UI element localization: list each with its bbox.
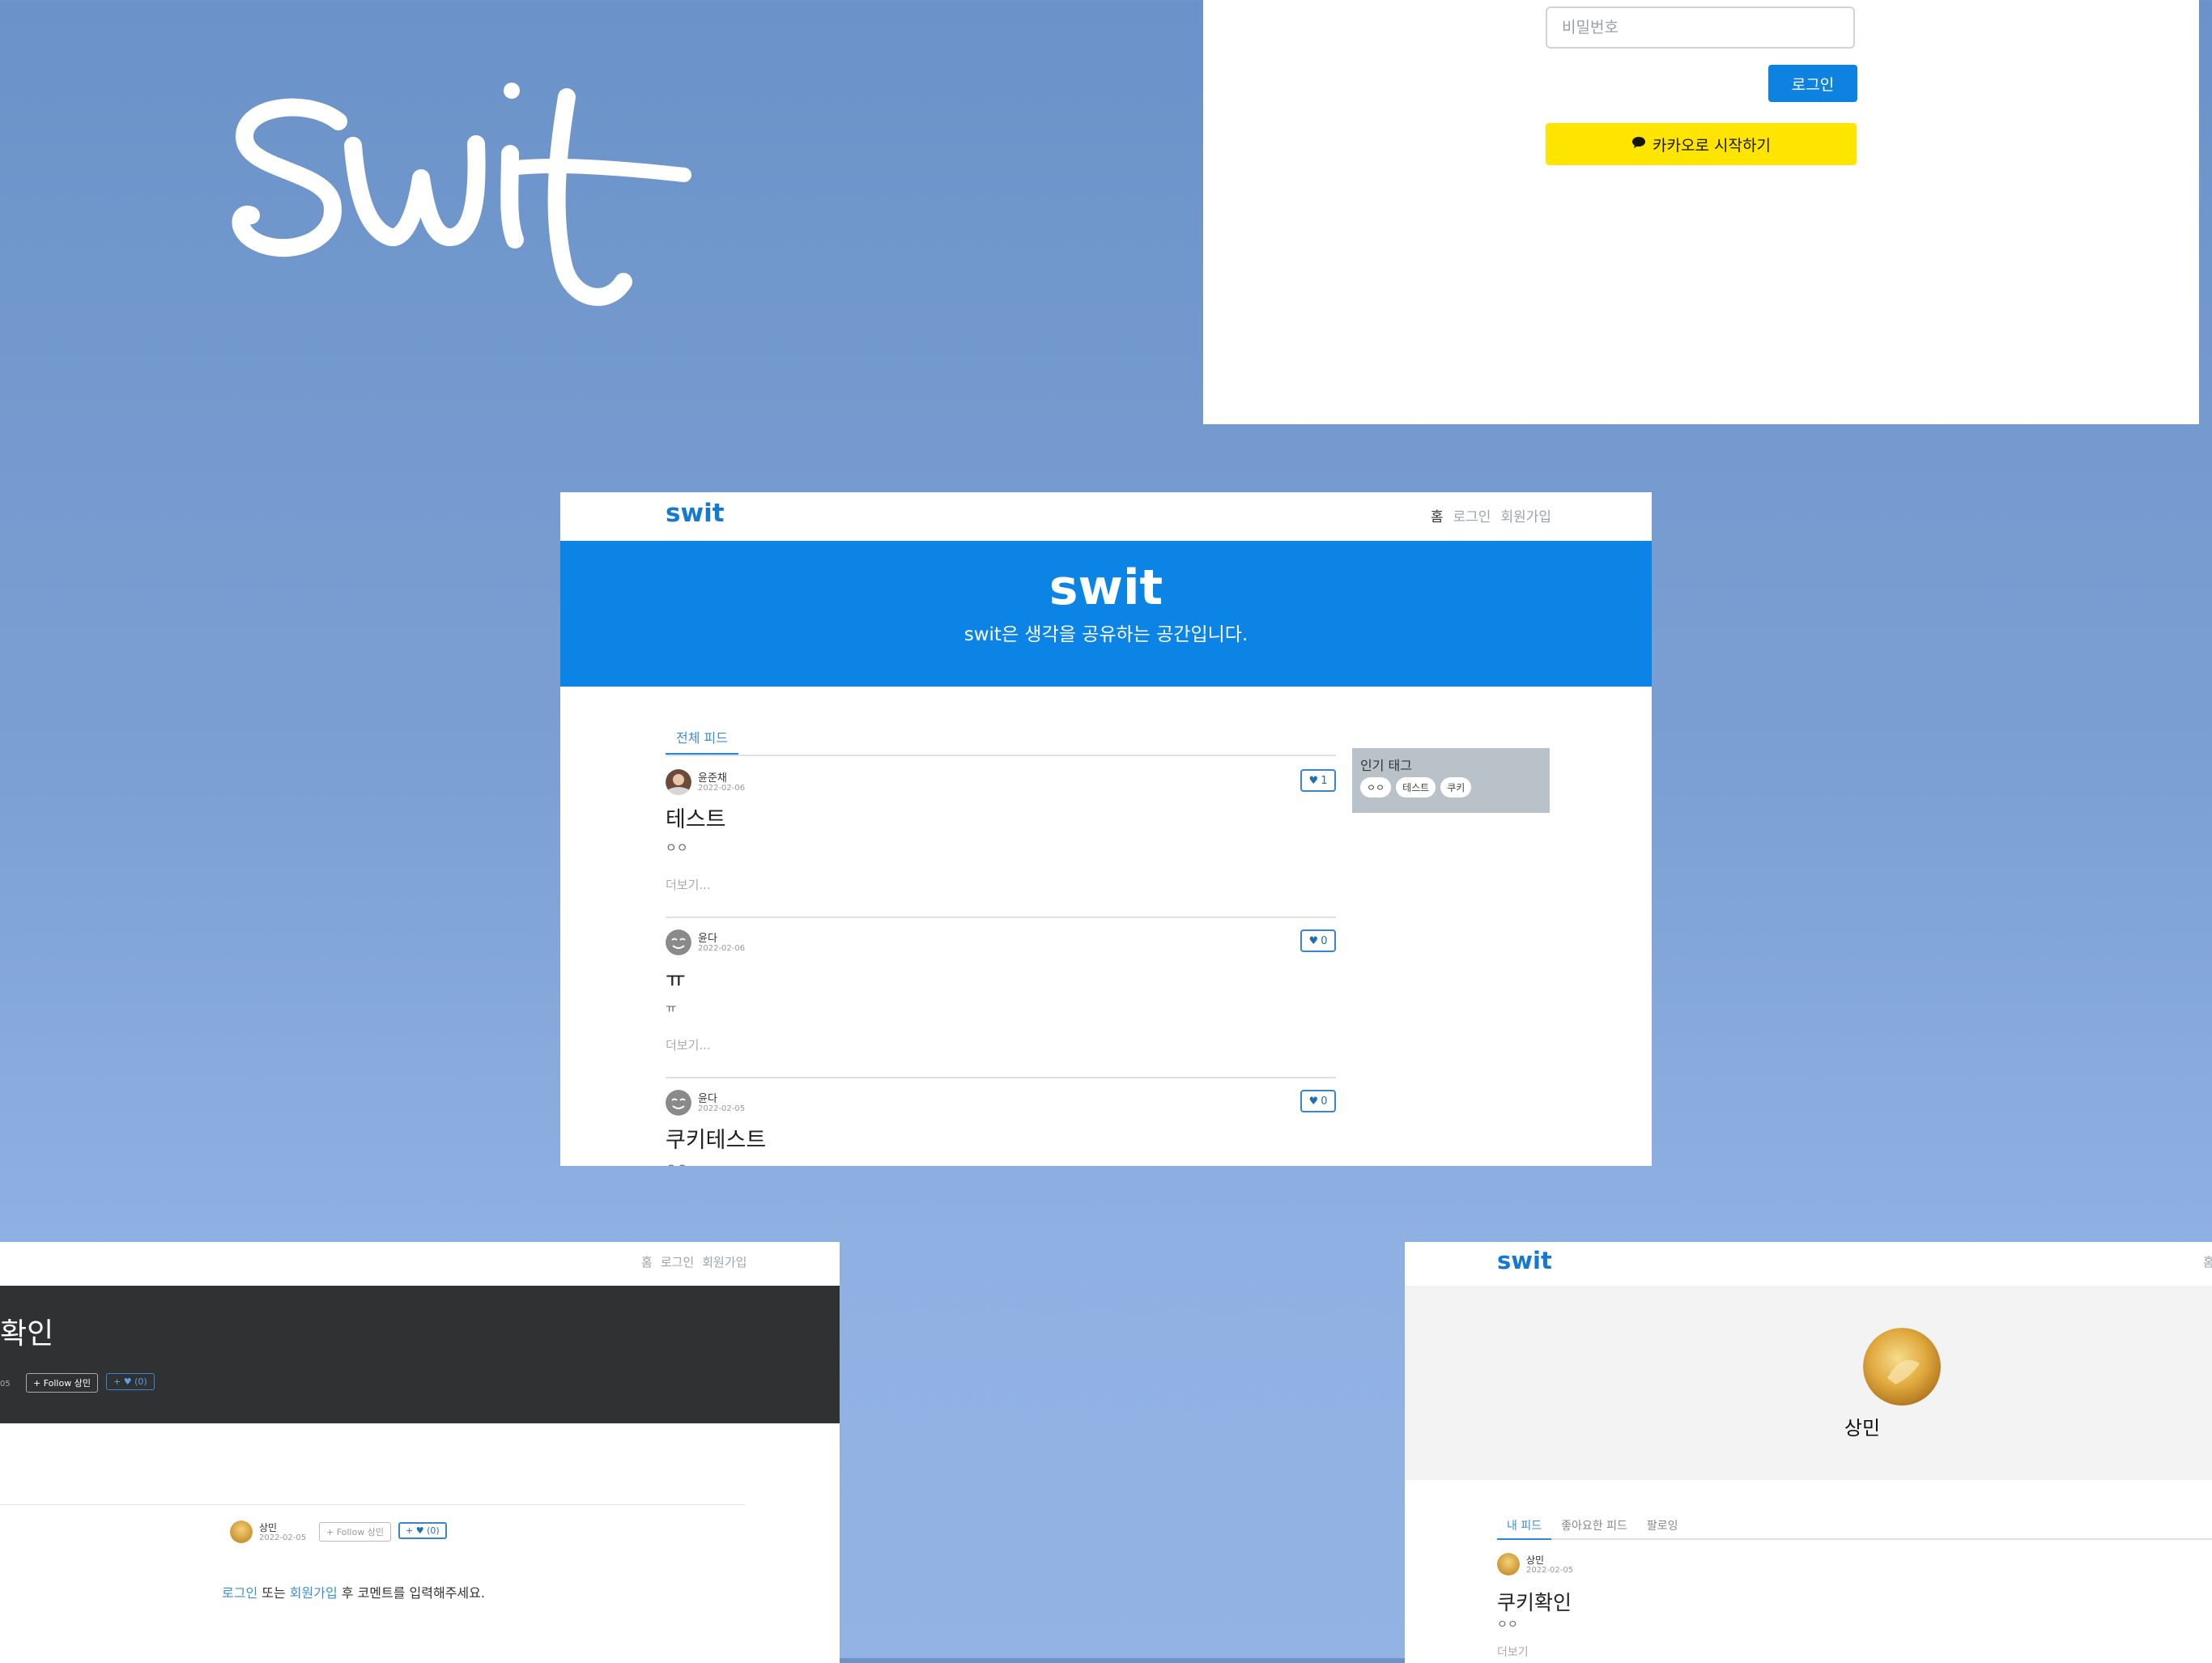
post-header: 확인 05 + Follow 상민 + ♥ (0) xyxy=(0,1286,840,1423)
hero-title: swit xyxy=(1049,559,1163,616)
divider xyxy=(0,1504,745,1505)
heart-icon: ♥ xyxy=(1308,774,1319,787)
comment-or-text: 또는 xyxy=(257,1585,290,1601)
avatar xyxy=(1497,1553,1520,1576)
kakao-login-label: 카카오로 시작하기 xyxy=(1653,136,1771,155)
avatar xyxy=(666,929,691,955)
read-more-link[interactable]: 더보기... xyxy=(666,1036,711,1053)
follow-button[interactable]: + Follow 상민 xyxy=(26,1373,98,1393)
hero-subtitle: swit은 생각을 공유하는 공간입니다. xyxy=(963,624,1249,645)
heart-icon: ♥ xyxy=(1308,1095,1319,1108)
popular-tags-title: 인기 태그 xyxy=(1360,758,1412,773)
nav-links: 홈 로그인 회원가입 xyxy=(641,1253,747,1270)
profile-avatar xyxy=(1863,1328,1941,1406)
profile-tabs: 내 피드 좋아요한 피드 팔로잉 xyxy=(1497,1511,2212,1540)
nav-login-link[interactable]: 로그인 xyxy=(661,1253,694,1270)
post-detail-window: 홈 로그인 회원가입 확인 05 + Follow 상민 + ♥ (0) 상민 … xyxy=(0,1242,840,1663)
read-more-link[interactable]: 더보기... xyxy=(666,876,711,893)
nav-home-link[interactable]: 홈 xyxy=(2203,1253,2212,1270)
post-body: ㅇㅇ xyxy=(1497,1618,1518,1631)
comment-login-link[interactable]: 로그인 xyxy=(222,1585,257,1601)
nav-home-link[interactable]: 홈 xyxy=(1431,505,1444,525)
like-button[interactable]: ♥ 0 xyxy=(1300,929,1336,952)
post-author[interactable]: 윤준채 xyxy=(698,769,727,785)
comment-rest-text: 후 코멘트를 입력해주세요. xyxy=(337,1585,485,1601)
comment-login-prompt: 로그인 또는 회원가입 후 코멘트를 입력해주세요. xyxy=(222,1582,485,1601)
like-count: 0 xyxy=(1321,1095,1328,1108)
nav-home-link[interactable]: 홈 xyxy=(641,1253,653,1270)
post-date: 2022-02-05 xyxy=(1526,1566,1574,1575)
password-input[interactable] xyxy=(1546,6,1855,49)
kakao-login-button[interactable]: 카카오로 시작하기 xyxy=(1546,123,1857,165)
chat-bubble-icon xyxy=(1631,135,1646,153)
post-body: ㅇㅇ xyxy=(666,1159,688,1166)
post-author[interactable]: 윤다 xyxy=(698,929,717,945)
tab-liked-feed[interactable]: 좋아요한 피드 xyxy=(1551,1511,1637,1538)
post-body: ㅠ xyxy=(666,1001,677,1015)
post-date: 2022-02-06 xyxy=(698,944,746,953)
feed-tabs: 전체 피드 xyxy=(666,721,1336,756)
post-author[interactable]: 상민 xyxy=(1526,1553,1544,1567)
post-date: 2022-02-06 xyxy=(698,784,746,793)
post-author[interactable]: 윤다 xyxy=(698,1090,717,1105)
avatar xyxy=(230,1521,253,1543)
post-title[interactable]: 쿠키확인 xyxy=(1497,1587,1572,1616)
post-date-fragment: 05 xyxy=(0,1380,11,1389)
profile-window: swit 홈 상민 내 피드 좋아요한 피드 팔로잉 상민 2022-02-05… xyxy=(1405,1242,2212,1663)
like-count: 0 xyxy=(1321,934,1328,947)
post-title: 확인 xyxy=(0,1317,54,1350)
tag-chip[interactable]: 테스트 xyxy=(1396,777,1436,797)
feed-post[interactable]: 윤다 2022-02-06 ♥ 0 ㅠ ㅠ 더보기... xyxy=(666,917,1336,1078)
feed-post[interactable]: 윤준채 2022-02-06 ♥ 1 테스트 ㅇㅇ 더보기... xyxy=(666,756,1336,918)
post-title[interactable]: 쿠키테스트 xyxy=(666,1122,766,1154)
read-more-link[interactable]: 더보기 xyxy=(1497,1644,1529,1660)
swit-hero-logo xyxy=(232,83,691,306)
login-button[interactable]: 로그인 xyxy=(1768,65,1857,102)
heart-icon: ♥ xyxy=(1308,934,1319,947)
profile-header xyxy=(1405,1286,2212,1480)
hero-banner: swit swit은 생각을 공유하는 공간입니다. xyxy=(560,541,1652,687)
comment-signup-link[interactable]: 회원가입 xyxy=(290,1585,338,1601)
post-title[interactable]: ㅠ xyxy=(666,962,686,993)
brand-logo[interactable]: swit xyxy=(666,499,725,528)
avatar xyxy=(666,1090,691,1116)
nav-login-link[interactable]: 로그인 xyxy=(1453,505,1491,525)
post-date: 2022-02-05 xyxy=(698,1104,746,1113)
post-date: 2022-02-05 xyxy=(259,1533,307,1542)
post-author[interactable]: 상민 xyxy=(259,1521,277,1534)
follow-button[interactable]: + Follow 상민 xyxy=(319,1522,391,1542)
like-button[interactable]: + ♥ (0) xyxy=(106,1373,155,1390)
popular-tags-panel: 인기 태그 ㅇㅇ 테스트 쿠키 xyxy=(1352,748,1550,813)
login-card: 로그인 카카오로 시작하기 xyxy=(1203,0,2199,424)
post-body: ㅇㅇ xyxy=(666,840,688,855)
tab-all-feed[interactable]: 전체 피드 xyxy=(666,727,738,755)
like-button[interactable]: + ♥ (0) xyxy=(398,1522,447,1539)
nav-links: 홈 로그인 회원가입 xyxy=(1431,505,1551,525)
post-title[interactable]: 테스트 xyxy=(666,802,726,833)
tag-chip[interactable]: ㅇㅇ xyxy=(1360,777,1392,797)
main-feed-window: swit 홈 로그인 회원가입 swit swit은 생각을 공유하는 공간입니… xyxy=(560,492,1652,1166)
profile-name: 상민 xyxy=(1844,1417,1881,1440)
like-button[interactable]: ♥ 1 xyxy=(1300,769,1336,792)
avatar xyxy=(666,769,691,795)
like-count: 1 xyxy=(1321,774,1328,787)
brand-logo[interactable]: swit xyxy=(1497,1247,1552,1274)
feed-post[interactable]: 윤다 2022-02-05 ♥0 쿠키테스트 ㅇㅇ xyxy=(666,1077,1336,1166)
top-nav: swit 홈 로그인 회원가입 xyxy=(560,492,1652,542)
nav-signup-link[interactable]: 회원가입 xyxy=(1500,505,1551,525)
tag-chip[interactable]: 쿠키 xyxy=(1440,777,1472,797)
like-button[interactable]: ♥ 0 xyxy=(1300,1090,1336,1112)
tab-following[interactable]: 팔로잉 xyxy=(1637,1511,1688,1538)
nav-signup-link[interactable]: 회원가입 xyxy=(702,1253,747,1270)
tag-list: ㅇㅇ 테스트 쿠키 xyxy=(1360,777,1472,797)
tab-my-feed[interactable]: 내 피드 xyxy=(1497,1511,1552,1540)
